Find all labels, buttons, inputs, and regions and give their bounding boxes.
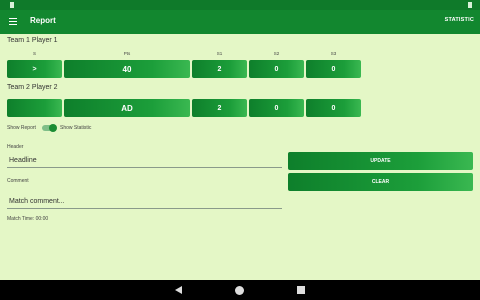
comment-input[interactable]: Match comment... (9, 198, 65, 205)
sim-icon (10, 2, 14, 8)
show-statistic-label: Show Statistic (60, 125, 92, 131)
system-nav-bar (0, 280, 480, 300)
team2-points-button[interactable]: AD (64, 99, 190, 117)
update-button[interactable]: UPDATE (288, 152, 473, 170)
recents-icon[interactable] (297, 286, 305, 294)
team2-set2-button[interactable]: 0 (249, 99, 304, 117)
comment-underline (7, 208, 282, 209)
team1-set2-button[interactable]: 0 (249, 60, 304, 78)
col-head-s: S (32, 51, 36, 56)
home-icon[interactable] (235, 286, 244, 295)
header-label: Header (7, 144, 24, 150)
col-head-s2: S2 (273, 51, 280, 56)
clear-button[interactable]: CLEAR (288, 173, 473, 191)
report-switch-row: Show Report Show Statistic (7, 124, 91, 132)
battery-icon (468, 2, 472, 8)
page-title: Report (30, 16, 56, 25)
team1-label: Team 1 Player 1 (7, 37, 58, 44)
col-head-s3: S3 (330, 51, 337, 56)
show-report-label: Show Report (7, 125, 36, 131)
team2-label: Team 2 Player 2 (7, 84, 58, 91)
comment-label: Comment (7, 178, 29, 184)
team2-set3-button[interactable]: 0 (306, 99, 361, 117)
report-toggle[interactable] (49, 124, 57, 132)
back-icon[interactable] (175, 286, 182, 294)
team2-serve-button[interactable] (7, 99, 62, 117)
headline-underline (7, 167, 282, 168)
col-head-s1: S1 (216, 51, 223, 56)
statistic-button[interactable]: STATISTIC (445, 17, 474, 23)
team1-serve-button[interactable]: > (7, 60, 62, 78)
team1-set1-button[interactable]: 2 (192, 60, 247, 78)
app-bar: Report STATISTIC (0, 10, 480, 34)
headline-input[interactable]: Headline (9, 157, 37, 164)
team2-set1-button[interactable]: 2 (192, 99, 247, 117)
match-time: Match Time: 00:00 (7, 216, 49, 222)
team1-set3-button[interactable]: 0 (306, 60, 361, 78)
team1-points-button[interactable]: 40 (64, 60, 190, 78)
col-head-pts: Pts (123, 51, 131, 56)
menu-icon[interactable] (9, 18, 17, 25)
status-bar (0, 0, 480, 10)
